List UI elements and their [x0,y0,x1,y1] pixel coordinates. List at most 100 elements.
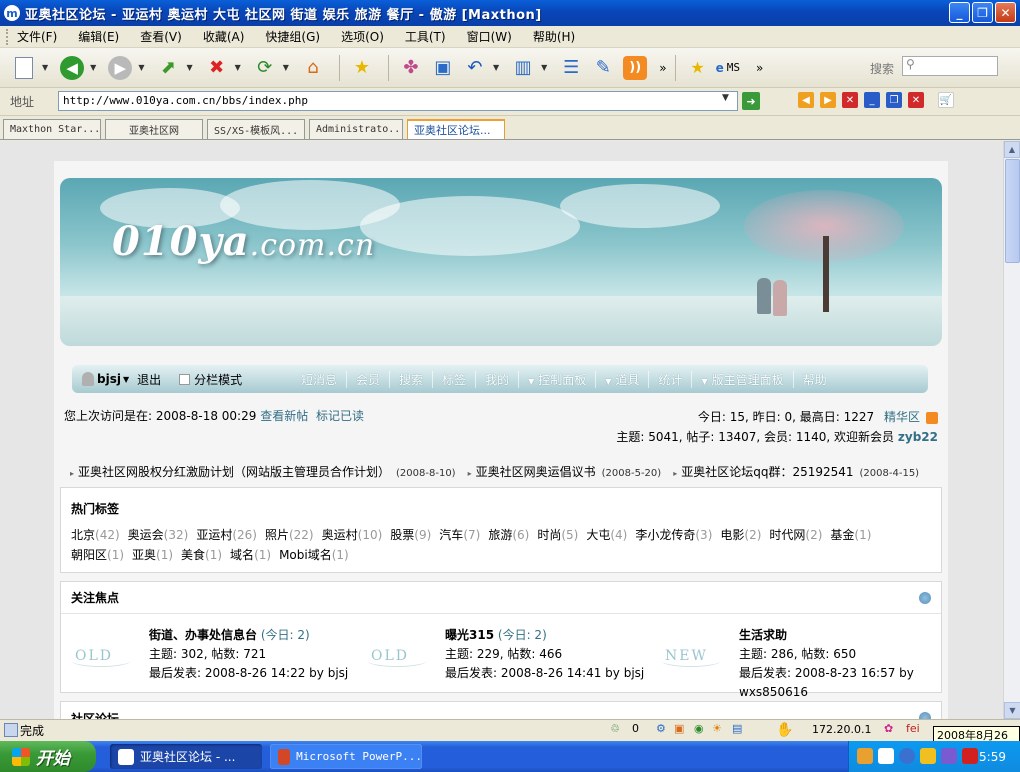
last-post[interactable]: 最后发表: 2008-8-26 14:22 by bjsj [149,664,348,683]
toolbar-grip[interactable] [6,28,9,45]
tag-name[interactable]: 李小龙传奇 [635,528,695,542]
split-mode-checkbox[interactable] [179,373,191,385]
menu-options[interactable]: 选项(O) [341,28,384,45]
nav-stats[interactable]: 统计 [648,370,691,388]
tag-name[interactable]: 汽车 [439,528,463,542]
chevron-down-icon[interactable]: ▼ [235,63,241,72]
start-button[interactable]: 开始 [0,741,96,772]
maxthon-app-icon[interactable]: m [4,5,20,21]
last-post-user[interactable]: wxs850616 [739,683,914,702]
tag-item[interactable]: 汽车(7) [439,528,480,542]
collapse-icon[interactable] [919,591,931,604]
minimize-tab-icon[interactable]: _ [864,92,880,108]
scroll-up-icon[interactable]: ▲ [1004,141,1020,158]
tab-010ya-forum[interactable]: 亚奥社区论坛... [407,119,505,139]
prev-tab-icon[interactable]: ◀ [798,92,814,108]
nav-members[interactable]: 会员 [346,370,389,388]
tab-maxthon-start[interactable]: Maxthon Star... [3,119,101,139]
tag-item[interactable]: 美食(1) [181,548,222,562]
forum-name[interactable]: 街道、办事处信息台 [149,628,257,642]
volume-tray-icon[interactable] [941,748,957,764]
stop-icon[interactable]: ✖ [203,54,231,82]
nav-control-panel[interactable]: ▼ 控制面板 [518,370,595,388]
tag-name[interactable]: 朝阳区 [71,548,107,562]
collapse-icon[interactable] [919,712,931,719]
nav-tags[interactable]: 标签 [432,370,475,388]
more-chevron-icon[interactable]: » [756,61,763,75]
nav-items[interactable]: ▼ 道具 [595,370,648,388]
hand-icon[interactable]: ✋ [776,722,793,738]
network-tray-icon[interactable] [857,748,873,764]
focus-item[interactable]: NEW 生活求助 主题: 286, 帖数: 650 最后发表: 2008-8-2… [651,626,941,699]
chevron-down-icon[interactable]: ▼ [138,63,144,72]
logout-link[interactable]: 退出 [137,371,161,388]
window-title-bar[interactable]: m 亚奥社区论坛 - 亚运村 奥运村 大屯 社区网 街道 娱乐 旅游 餐厅 - … [0,0,1020,26]
tag-name[interactable]: 北京 [71,528,95,542]
tag-item[interactable]: 基金(1) [830,528,871,542]
tag-item[interactable]: 奥运村(10) [322,528,383,542]
taskbar-item-browser[interactable]: 亚奥社区论坛 - ... [110,744,262,769]
tab-010ya-community[interactable]: 亚奥社区网 [105,119,203,139]
split-mode-label[interactable]: 分栏模式 [194,371,242,388]
restore-tab-icon[interactable]: ❐ [886,92,902,108]
tag-name[interactable]: Mobi域名 [279,548,332,562]
arrow-tray-icon[interactable] [899,748,915,764]
tag-name[interactable]: 奥运村 [322,528,358,542]
taskbar-item-powerpoint[interactable]: Microsoft PowerP... [270,744,422,769]
site-banner[interactable]: 010ya.com.cn [60,178,942,346]
ie-icon[interactable]: e [716,61,724,75]
tab-administrator[interactable]: Administrato... [309,119,403,139]
chevron-down-icon[interactable]: ▼ [42,63,48,72]
rss-icon[interactable]: )) [621,54,649,82]
popup-icon[interactable]: ▣ [674,722,684,735]
rss-icon[interactable] [926,411,938,424]
new-page-icon[interactable] [10,54,38,82]
view-new-posts-link[interactable]: 查看新帖 [260,409,308,423]
vertical-scrollbar[interactable]: ▲ ▼ [1003,141,1020,719]
go-arrow-icon[interactable]: ➜ [742,92,760,110]
tag-item[interactable]: 电影(2) [720,528,761,542]
fei-icon[interactable]: fei [906,722,920,735]
flower-icon[interactable]: ✿ [884,722,893,735]
window-icon[interactable]: ▤ [732,722,742,735]
close-all-icon[interactable]: ✕ [908,92,924,108]
digest-link[interactable]: 精华区 [884,410,920,424]
next-tab-icon[interactable]: ▶ [820,92,836,108]
close-tab-icon[interactable]: ✕ [842,92,858,108]
tag-name[interactable]: 时代网 [769,528,805,542]
tag-name[interactable]: 股票 [390,528,414,542]
tag-item[interactable]: 时尚(5) [537,528,578,542]
up-arrow-icon[interactable]: ⬈ [154,54,182,82]
edit-icon[interactable]: ✎ [589,54,617,82]
last-post[interactable]: 最后发表: 2008-8-23 16:57 by [739,664,914,683]
sun-icon[interactable]: ☀ [712,722,722,735]
menu-tools[interactable]: 工具(T) [405,28,446,45]
tag-item[interactable]: 大屯(4) [586,528,627,542]
tag-name[interactable]: 奥运会 [128,528,164,542]
menu-favorites[interactable]: 收藏(A) [203,28,245,45]
chevron-down-icon[interactable]: ▼ [186,63,192,72]
user-menu[interactable]: bjsj ▼ [82,372,129,386]
nav-mine[interactable]: 我的 [475,370,518,388]
scroll-down-icon[interactable]: ▼ [1004,702,1020,719]
tag-item[interactable]: 李小龙传奇(3) [635,528,712,542]
help-tray-icon[interactable] [878,748,894,764]
back-icon[interactable]: ◀ [58,54,86,82]
tag-name[interactable]: 域名 [230,548,254,562]
tag-item[interactable]: 股票(9) [390,528,431,542]
announcement-title[interactable]: 亚奥社区论坛qq群：25192541 [681,465,853,479]
chevron-down-icon[interactable]: ▼ [541,63,547,72]
forum-name[interactable]: 生活求助 [739,628,787,642]
menu-groups[interactable]: 快捷组(G) [265,28,320,45]
close-button[interactable]: ✕ [995,2,1016,23]
tag-item[interactable]: 照片(22) [265,528,314,542]
announcement-title[interactable]: 亚奥社区网奥运倡议书 [476,465,596,479]
ad-block-icon[interactable]: ◉ [694,722,704,735]
screenshot-icon[interactable]: ▣ [429,54,457,82]
tag-name[interactable]: 时尚 [537,528,561,542]
recycle-icon[interactable]: ♲ [610,722,620,735]
tag-item[interactable]: 旅游(6) [488,528,529,542]
menu-window[interactable]: 窗口(W) [467,28,512,45]
focus-item[interactable]: OLD 曝光315 (今日: 2) 主题: 229, 帖数: 466 最后发表:… [357,626,647,698]
network-icon[interactable]: ⚙ [656,722,666,735]
